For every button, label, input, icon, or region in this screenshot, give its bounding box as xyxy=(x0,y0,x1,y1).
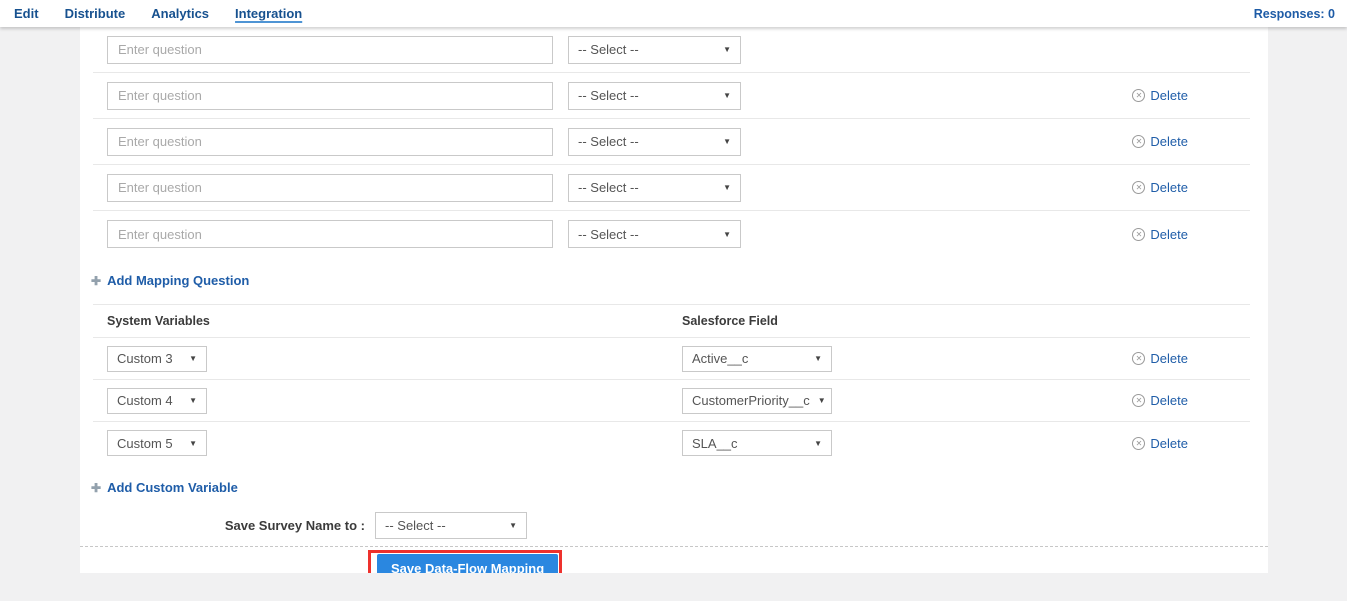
question-field-select[interactable]: -- Select -- ▼ xyxy=(568,36,741,64)
select-value: SLA__c xyxy=(692,436,738,451)
system-variables-header: System Variables xyxy=(107,314,682,328)
custom-variables-table: System Variables Salesforce Field Custom… xyxy=(93,304,1250,464)
question-input[interactable] xyxy=(107,82,553,110)
chevron-down-icon: ▼ xyxy=(715,45,731,54)
add-mapping-question-link[interactable]: ✚ Add Mapping Question xyxy=(91,273,249,288)
system-variable-select[interactable]: Custom 3 ▼ xyxy=(107,346,207,372)
add-custom-variable-link[interactable]: ✚ Add Custom Variable xyxy=(91,480,238,495)
custom-variable-row: Custom 3 ▼ Active__c ▼ ✕ Delete xyxy=(93,338,1250,380)
chevron-down-icon: ▼ xyxy=(715,230,731,239)
question-field-select[interactable]: -- Select -- ▼ xyxy=(568,82,741,110)
delete-custom-variable-link[interactable]: ✕ Delete xyxy=(1132,393,1188,408)
select-value: Active__c xyxy=(692,351,748,366)
select-value: CustomerPriority__c xyxy=(692,393,810,408)
select-value: -- Select -- xyxy=(578,88,639,103)
circle-x-icon: ✕ xyxy=(1132,181,1145,194)
circle-x-icon: ✕ xyxy=(1132,89,1145,102)
mapping-question-row: -- Select -- ▼ ✕ Delete xyxy=(93,211,1250,257)
select-value: Custom 4 xyxy=(117,393,173,408)
mapping-question-row: -- Select -- ▼ xyxy=(93,27,1250,73)
tab-integration[interactable]: Integration xyxy=(235,6,302,21)
tab-distribute[interactable]: Distribute xyxy=(65,6,126,21)
delete-custom-variable-link[interactable]: ✕ Delete xyxy=(1132,351,1188,366)
chevron-down-icon: ▼ xyxy=(715,183,731,192)
delete-label: Delete xyxy=(1150,134,1188,149)
salesforce-field-header: Salesforce Field xyxy=(682,314,778,328)
tab-edit[interactable]: Edit xyxy=(14,6,39,21)
question-input[interactable] xyxy=(107,36,553,64)
delete-label: Delete xyxy=(1150,227,1188,242)
delete-label: Delete xyxy=(1150,393,1188,408)
chevron-down-icon: ▼ xyxy=(181,354,197,363)
mapping-question-row: -- Select -- ▼ ✕ Delete xyxy=(93,119,1250,165)
select-value: -- Select -- xyxy=(578,180,639,195)
plus-icon: ✚ xyxy=(91,481,101,495)
mapping-question-row: -- Select -- ▼ ✕ Delete xyxy=(93,165,1250,211)
footer-actions: Save Data-Flow Mapping xyxy=(80,550,1268,573)
delete-mapping-question-link[interactable]: ✕ Delete xyxy=(1132,180,1188,195)
circle-x-icon: ✕ xyxy=(1132,437,1145,450)
question-input[interactable] xyxy=(107,128,553,156)
save-survey-name-label: Save Survey Name to : xyxy=(80,518,365,533)
tab-analytics[interactable]: Analytics xyxy=(151,6,209,21)
salesforce-field-select[interactable]: SLA__c ▼ xyxy=(682,430,832,456)
select-value: -- Select -- xyxy=(578,227,639,242)
delete-custom-variable-link[interactable]: ✕ Delete xyxy=(1132,436,1188,451)
salesforce-field-select[interactable]: Active__c ▼ xyxy=(682,346,832,372)
chevron-down-icon: ▼ xyxy=(806,439,822,448)
delete-mapping-question-link[interactable]: ✕ Delete xyxy=(1132,134,1188,149)
question-field-select[interactable]: -- Select -- ▼ xyxy=(568,174,741,202)
plus-icon: ✚ xyxy=(91,274,101,288)
question-field-select[interactable]: -- Select -- ▼ xyxy=(568,128,741,156)
chevron-down-icon: ▼ xyxy=(715,137,731,146)
system-variable-select[interactable]: Custom 5 ▼ xyxy=(107,430,207,456)
save-data-flow-mapping-button[interactable]: Save Data-Flow Mapping xyxy=(377,554,558,573)
circle-x-icon: ✕ xyxy=(1132,394,1145,407)
dashed-divider xyxy=(80,546,1268,547)
delete-mapping-question-link[interactable]: ✕ Delete xyxy=(1132,88,1188,103)
chevron-down-icon: ▼ xyxy=(806,354,822,363)
delete-label: Delete xyxy=(1150,180,1188,195)
save-survey-name-select[interactable]: -- Select -- ▼ xyxy=(375,512,527,539)
system-variable-select[interactable]: Custom 4 ▼ xyxy=(107,388,207,414)
chevron-down-icon: ▼ xyxy=(715,91,731,100)
question-input[interactable] xyxy=(107,174,553,202)
delete-mapping-question-link[interactable]: ✕ Delete xyxy=(1132,227,1188,242)
circle-x-icon: ✕ xyxy=(1132,135,1145,148)
add-custom-variable-label: Add Custom Variable xyxy=(107,480,238,495)
responses-count[interactable]: Responses: 0 xyxy=(1254,7,1335,21)
circle-x-icon: ✕ xyxy=(1132,228,1145,241)
integration-panel: -- Select -- ▼ -- Select -- ▼ ✕ Delete -… xyxy=(80,27,1268,573)
mapping-question-list: -- Select -- ▼ -- Select -- ▼ ✕ Delete -… xyxy=(93,27,1250,257)
custom-variables-header: System Variables Salesforce Field xyxy=(93,305,1250,338)
question-field-select[interactable]: -- Select -- ▼ xyxy=(568,220,741,248)
select-value: -- Select -- xyxy=(578,42,639,57)
chevron-down-icon: ▼ xyxy=(810,396,826,405)
chevron-down-icon: ▼ xyxy=(501,521,517,530)
question-input[interactable] xyxy=(107,220,553,248)
custom-variable-row: Custom 5 ▼ SLA__c ▼ ✕ Delete xyxy=(93,422,1250,464)
delete-label: Delete xyxy=(1150,88,1188,103)
annotation-highlight-box: Save Data-Flow Mapping xyxy=(368,550,562,573)
delete-label: Delete xyxy=(1150,351,1188,366)
select-value: -- Select -- xyxy=(385,518,446,533)
select-value: -- Select -- xyxy=(578,134,639,149)
salesforce-field-select[interactable]: CustomerPriority__c ▼ xyxy=(682,388,832,414)
save-survey-name-row: Save Survey Name to : -- Select -- ▼ xyxy=(80,512,1268,539)
top-nav: Edit Distribute Analytics Integration Re… xyxy=(0,0,1347,27)
circle-x-icon: ✕ xyxy=(1132,352,1145,365)
chevron-down-icon: ▼ xyxy=(181,396,197,405)
custom-variable-row: Custom 4 ▼ CustomerPriority__c ▼ ✕ Delet… xyxy=(93,380,1250,422)
select-value: Custom 3 xyxy=(117,351,173,366)
select-value: Custom 5 xyxy=(117,436,173,451)
delete-label: Delete xyxy=(1150,436,1188,451)
chevron-down-icon: ▼ xyxy=(181,439,197,448)
add-mapping-question-label: Add Mapping Question xyxy=(107,273,249,288)
mapping-question-row: -- Select -- ▼ ✕ Delete xyxy=(93,73,1250,119)
